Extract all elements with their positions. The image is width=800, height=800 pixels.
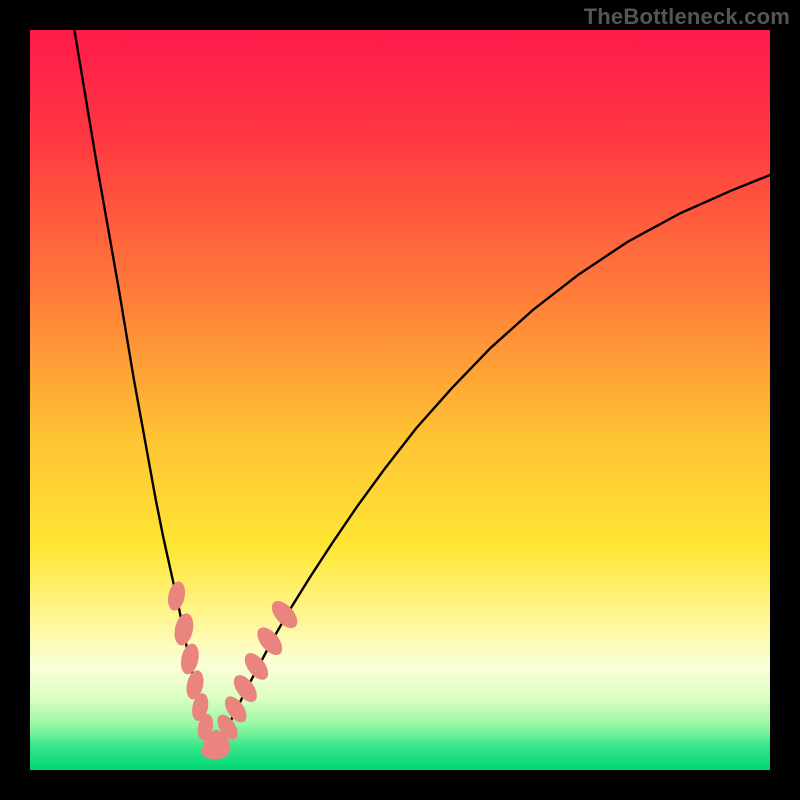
watermark-text: TheBottleneck.com — [584, 4, 790, 30]
chart-background — [30, 30, 770, 770]
plot-area — [30, 30, 770, 770]
outer-frame: TheBottleneck.com — [0, 0, 800, 800]
chart-svg — [30, 30, 770, 770]
